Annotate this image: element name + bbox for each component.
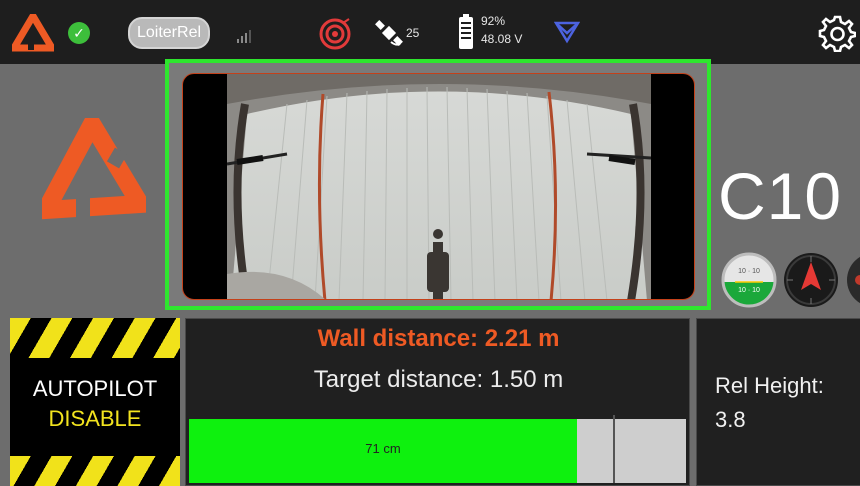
ground-control-screen: ✓ LoiterRel 25 92% 48.08 V C10 10 · 10 1…: [0, 0, 860, 486]
camera-image: [227, 74, 651, 299]
health-ok-icon[interactable]: ✓: [68, 22, 90, 44]
distance-bar-label: 71 cm: [365, 441, 401, 456]
rel-height-label: Rel Height:: [715, 373, 824, 398]
attitude-upper-ticks: 10 · 10: [738, 268, 760, 275]
autopilot-label: AUTOPILOT: [32, 376, 158, 401]
target-distance-readout: Target distance: 1.50 m: [313, 366, 564, 393]
target-distance-marker: [613, 415, 615, 483]
battery-icon[interactable]: [458, 14, 474, 50]
telemetry-link-icon[interactable]: [554, 20, 580, 44]
warning-stripe-bottom: [10, 456, 180, 486]
rel-height-panel: Rel Height: 3.8: [696, 318, 860, 486]
distance-bar-fill: 71 cm: [189, 419, 577, 483]
autopilot-panel[interactable]: AUTOPILOT DISABLE: [10, 318, 180, 486]
wall-distance-readout: Wall distance: 2.21 m: [317, 325, 560, 352]
battery-voltage: 48.08 V: [481, 32, 523, 46]
target-icon[interactable]: [318, 17, 352, 51]
warning-stripe-top: [10, 318, 180, 358]
attitude-indicator[interactable]: 10 · 10 10 · 10: [721, 252, 777, 308]
video-feed-frame[interactable]: [165, 59, 711, 310]
video-viewport[interactable]: [182, 73, 695, 300]
battery-percent: 92%: [481, 14, 506, 28]
brand-logo-large-icon: [30, 105, 156, 222]
distance-bar: 71 cm: [189, 415, 686, 483]
rel-height-value: 3.8: [715, 407, 746, 432]
compass-indicator[interactable]: [783, 252, 839, 308]
gear-icon[interactable]: [818, 14, 856, 52]
flight-mode-button[interactable]: LoiterRel: [128, 17, 210, 49]
satellite-count: 25: [406, 26, 420, 40]
distance-panel: Wall distance: 2.21 m Target distance: 1…: [185, 318, 690, 486]
vehicle-identifier: C10: [718, 159, 843, 233]
autopilot-state: DISABLE: [48, 406, 142, 431]
satellite-icon[interactable]: [374, 18, 404, 48]
brand-logo-icon[interactable]: [12, 14, 54, 52]
top-toolbar: ✓ LoiterRel 25 92% 48.08 V: [0, 0, 860, 64]
attitude-lower-ticks: 10 · 10: [738, 287, 760, 294]
signal-bars-icon[interactable]: [236, 26, 256, 44]
extra-instrument-icon[interactable]: [846, 252, 860, 308]
